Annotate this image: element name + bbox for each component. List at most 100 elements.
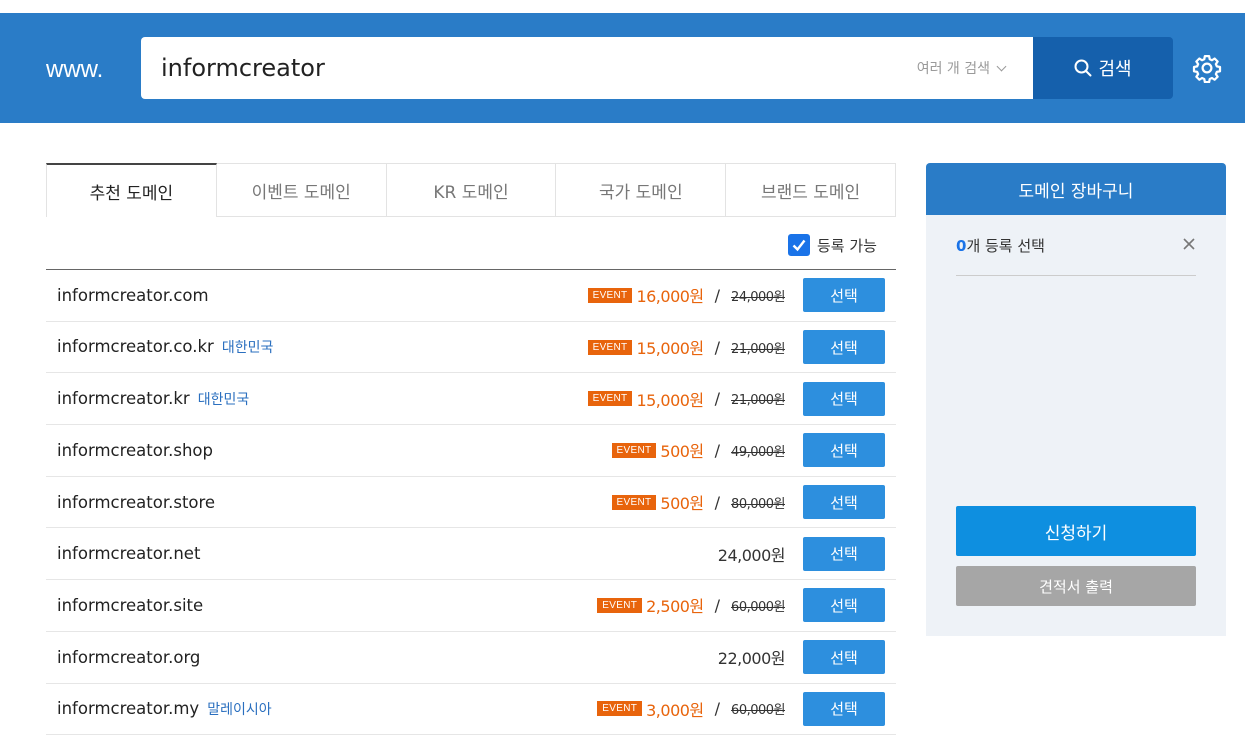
cart-count: 0개 등록 선택 bbox=[956, 235, 1045, 256]
chevron-down-icon bbox=[996, 61, 1007, 72]
select-button[interactable]: 선택 bbox=[803, 381, 885, 416]
sale-price: 3,000원 bbox=[646, 700, 704, 720]
tab-kr[interactable]: KR 도메인 bbox=[386, 163, 557, 217]
www-prefix: www. bbox=[46, 56, 104, 83]
domain-name-text: informcreator.com bbox=[57, 285, 209, 305]
domain-price: EVENT 2,500원 / 60,000원 bbox=[597, 593, 785, 617]
multi-search-dropdown[interactable]: 여러 개 검색 bbox=[916, 58, 1007, 78]
domain-name: informcreator.site bbox=[57, 596, 203, 615]
multi-search-label: 여러 개 검색 bbox=[916, 61, 990, 77]
domain-name: informcreator.my 말레이시아 bbox=[57, 699, 272, 719]
domain-name: informcreator.com bbox=[57, 286, 209, 305]
sale-price: 15,000원 bbox=[636, 390, 704, 410]
cart-count-number: 0 bbox=[956, 237, 967, 255]
available-label: 등록 가능 bbox=[817, 236, 877, 255]
select-button[interactable]: 선택 bbox=[803, 485, 885, 520]
original-price: 80,000원 bbox=[731, 496, 785, 512]
price-separator: / bbox=[714, 285, 721, 305]
domain-name: informcreator.net bbox=[57, 544, 200, 563]
tab-recommended[interactable]: 추천 도메인 bbox=[46, 163, 217, 217]
domain-price: 22,000원 bbox=[717, 645, 786, 669]
domain-row: informcreator.kr 대한민국 EVENT 15,000원 / 21,000원… bbox=[46, 373, 896, 426]
event-badge: EVENT bbox=[587, 287, 633, 303]
original-price: 24,000원 bbox=[731, 289, 785, 305]
price-separator: / bbox=[714, 389, 721, 409]
cart-divider bbox=[956, 275, 1196, 276]
tab-country[interactable]: 국가 도메인 bbox=[556, 163, 727, 217]
domain-row: informcreator.store EVENT 500원 / 80,000원 선택 bbox=[46, 477, 896, 529]
domain-price: EVENT 500원 / 49,000원 bbox=[611, 438, 785, 462]
original-price: 21,000원 bbox=[731, 393, 785, 409]
sale-price: 16,000원 bbox=[636, 287, 704, 307]
domain-cart: 도메인 장바구니 0개 등록 선택 신청하기 견적서 출력 bbox=[926, 163, 1226, 636]
domain-country: 말레이시아 bbox=[207, 701, 272, 718]
tab-event[interactable]: 이벤트 도메인 bbox=[216, 163, 387, 217]
sale-price: 2,500원 bbox=[646, 597, 704, 617]
domain-name: informcreator.co.kr 대한민국 bbox=[57, 337, 273, 357]
select-button[interactable]: 선택 bbox=[803, 536, 885, 571]
domain-name-text: informcreator.org bbox=[57, 647, 201, 667]
cart-count-label: 개 등록 선택 bbox=[966, 237, 1045, 255]
domain-row: informcreator.co.kr 대한민국 EVENT 15,000원 / 21,0… bbox=[46, 322, 896, 374]
tab-brand[interactable]: 브랜드 도메인 bbox=[726, 163, 896, 217]
domain-price: EVENT 15,000원 / 21,000원 bbox=[587, 335, 785, 359]
search-input[interactable] bbox=[161, 51, 861, 85]
close-icon[interactable] bbox=[1182, 237, 1196, 251]
domain-name-text: informcreator.my bbox=[57, 698, 200, 718]
domain-list: informcreator.com EVENT 16,000원/24,000원 선택 i… bbox=[46, 270, 896, 736]
domain-row: informcreator.my 말레이시아 EVENT 3,000원 / 60,000원… bbox=[46, 684, 896, 736]
domain-tabs: 추천 도메인 이벤트 도메인 KR 도메인 국가 도메인 브랜드 도메인 bbox=[46, 163, 896, 217]
apply-button[interactable]: 신청하기 bbox=[956, 506, 1196, 556]
event-badge: EVENT bbox=[587, 391, 633, 407]
select-button[interactable]: 선택 bbox=[803, 640, 885, 675]
domain-name: informcreator.kr 대한민국 bbox=[57, 389, 249, 409]
event-badge: EVENT bbox=[587, 339, 633, 355]
domain-name: informcreator.shop bbox=[57, 441, 213, 460]
available-filter[interactable]: 등록 가능 bbox=[788, 234, 877, 256]
search-button-label: 검색 bbox=[1098, 59, 1132, 80]
price-separator: / bbox=[714, 699, 721, 719]
event-badge: EVENT bbox=[597, 597, 643, 613]
regular-price: 24,000원 bbox=[717, 545, 786, 565]
domain-row: informcreator.com EVENT 16,000원 / 24,000원 선택 bbox=[46, 270, 896, 322]
domain-name-text: informcreator.co.kr bbox=[57, 337, 214, 357]
select-button[interactable]: 선택 bbox=[803, 278, 885, 313]
domain-name-text: informcreator.net bbox=[57, 544, 201, 564]
price-separator: / bbox=[714, 440, 721, 460]
select-button[interactable]: 선택 bbox=[803, 588, 885, 623]
domain-price: EVENT 16,000원 / 24,000원 bbox=[587, 283, 785, 307]
domain-country: 대한민국 bbox=[221, 340, 274, 357]
sale-price: 15,000원 bbox=[636, 339, 704, 359]
domain-country: 대한민국 bbox=[197, 391, 250, 408]
original-price: 60,000원 bbox=[731, 599, 785, 615]
event-badge: EVENT bbox=[611, 442, 657, 458]
print-quote-button[interactable]: 견적서 출력 bbox=[956, 566, 1196, 606]
original-price: 21,000원 bbox=[731, 341, 785, 357]
check-icon bbox=[792, 239, 806, 252]
gear-icon[interactable] bbox=[1192, 53, 1222, 83]
domain-name-text: informcreator.shop bbox=[57, 440, 213, 460]
domain-price: EVENT 15,000원 / 21,000원 bbox=[587, 387, 785, 411]
domain-name-text: informcreator.site bbox=[57, 595, 204, 615]
domain-price: EVENT 500원 / 80,000원 bbox=[611, 490, 785, 514]
sale-price: 500원 bbox=[660, 494, 704, 514]
event-badge: EVENT bbox=[597, 701, 643, 717]
search-icon bbox=[1074, 59, 1092, 77]
domain-name-text: informcreator.store bbox=[57, 492, 216, 512]
domain-row: informcreator.org 22,000원 선택 bbox=[46, 632, 896, 684]
search-box[interactable]: 여러 개 검색 bbox=[141, 37, 1033, 99]
regular-price: 22,000원 bbox=[717, 649, 786, 669]
select-button[interactable]: 선택 bbox=[803, 433, 885, 468]
available-checkbox[interactable] bbox=[788, 234, 810, 256]
price-separator: / bbox=[714, 337, 721, 357]
domain-name: informcreator.org bbox=[57, 648, 200, 667]
search-button[interactable]: 검색 bbox=[1033, 37, 1173, 99]
select-button[interactable]: 선택 bbox=[803, 691, 885, 726]
select-button[interactable]: 선택 bbox=[803, 330, 885, 365]
price-separator: / bbox=[714, 595, 721, 615]
domain-price: 24,000원 bbox=[717, 542, 786, 566]
domain-row: informcreator.shop EVENT 500원 / 49,000원 선택 bbox=[46, 425, 896, 477]
domain-name: informcreator.store bbox=[57, 493, 215, 512]
price-separator: / bbox=[714, 492, 721, 512]
sale-price: 500원 bbox=[660, 442, 704, 462]
